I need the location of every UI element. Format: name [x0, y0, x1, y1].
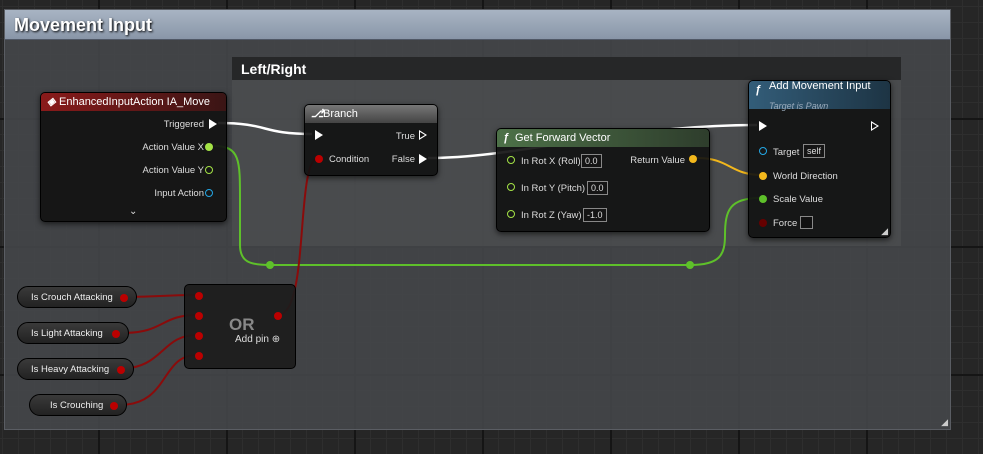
pin-label-condition: Condition: [329, 154, 370, 165]
exec-wire-triggered: [217, 121, 313, 136]
object-pin-input-action[interactable]: [205, 189, 213, 197]
bool-pin-out[interactable]: [112, 330, 120, 338]
node-add-movement-input[interactable]: ƒ Add Movement Input Target is Pawn Targe…: [748, 80, 891, 238]
variable-label: Is Crouch Attacking: [31, 292, 113, 303]
roll-input[interactable]: 0.0: [581, 154, 602, 168]
node-title: Add Movement Input: [769, 80, 871, 92]
bool-pin-out[interactable]: [120, 294, 128, 302]
bool-pin-a[interactable]: [195, 292, 203, 300]
pin-label-return: Return Value: [630, 155, 685, 166]
pin-label-input-action: Input Action: [154, 188, 204, 199]
exec-pin-in[interactable]: [315, 130, 323, 140]
variable-label: Is Light Attacking: [31, 328, 103, 339]
vector-pin-direction[interactable]: [759, 172, 767, 180]
pin-label-yaw: In Rot Z (Yaw): [521, 210, 582, 221]
node-or[interactable]: OR Add pin ⊕: [184, 284, 296, 369]
function-icon: ƒ: [755, 84, 762, 96]
plus-circle-icon: ⊕: [271, 334, 281, 345]
exec-pin-triggered[interactable]: [209, 119, 217, 129]
pin-label-action-y: Action Value Y: [142, 165, 204, 176]
node-title-bar[interactable]: ƒ Get Forward Vector: [497, 129, 709, 147]
object-pin-target[interactable]: [759, 147, 767, 155]
float-pin-scale[interactable]: [759, 195, 767, 203]
node-title: Branch: [323, 108, 358, 120]
function-icon: ƒ: [503, 132, 510, 144]
pin-label-target: Target: [773, 147, 800, 158]
pin-label-scale: Scale Value: [773, 194, 823, 205]
variable-is-heavy-attacking[interactable]: Is Heavy Attacking: [17, 358, 134, 380]
exec-pin-false[interactable]: [419, 154, 427, 164]
node-enhanced-input-action[interactable]: ◈ EnhancedInputAction IA_Move Triggered A…: [40, 92, 227, 222]
variable-is-crouch-attacking[interactable]: Is Crouch Attacking: [17, 286, 137, 308]
or-label: OR: [229, 315, 255, 334]
node-get-forward-vector[interactable]: ƒ Get Forward Vector In Rot X (Roll) 0.0 …: [496, 128, 710, 232]
reroute-knot: [686, 261, 694, 269]
bool-pin-out[interactable]: [110, 402, 118, 410]
bool-pin-condition[interactable]: [315, 155, 323, 163]
node-subtitle: Target is Pawn: [769, 101, 829, 111]
add-pin-button[interactable]: Add pin ⊕: [235, 334, 280, 345]
branch-icon: ⎇: [311, 108, 324, 120]
add-pin-label: Add pin: [235, 334, 269, 345]
bool-pin-c[interactable]: [195, 332, 203, 340]
float-pin-action-y[interactable]: [205, 166, 213, 174]
pin-label-pitch: In Rot Y (Pitch): [521, 183, 586, 194]
event-icon: ◈: [47, 96, 56, 108]
variable-label: Is Crouching: [50, 400, 104, 411]
pin-label-force: Force: [773, 218, 798, 229]
bool-pin-force[interactable]: [759, 219, 767, 227]
target-input[interactable]: self: [803, 144, 826, 158]
chevron-down-icon[interactable]: ⌄: [129, 206, 137, 217]
node-branch[interactable]: ⎇Branch True Condition False: [304, 104, 438, 176]
reroute-knot: [266, 261, 274, 269]
bool-pin-out[interactable]: [117, 366, 125, 374]
bool-pin-b[interactable]: [195, 312, 203, 320]
node-title-bar[interactable]: ƒ Add Movement Input Target is Pawn: [749, 80, 890, 111]
exec-pin-out[interactable]: [871, 121, 879, 131]
pin-label-action-x: Action Value X: [142, 142, 204, 153]
pin-label-true: True: [395, 131, 415, 142]
variable-is-crouching[interactable]: Is Crouching: [29, 394, 127, 416]
variable-is-light-attacking[interactable]: Is Light Attacking: [17, 322, 129, 344]
pitch-input[interactable]: 0.0: [587, 181, 608, 195]
variable-label: Is Heavy Attacking: [31, 364, 110, 375]
pin-label-false: False: [391, 154, 415, 165]
pin-label-roll: In Rot X (Roll): [521, 156, 581, 167]
force-checkbox[interactable]: [800, 216, 813, 229]
pin-label-direction: World Direction: [773, 171, 838, 182]
node-title: Get Forward Vector: [515, 132, 611, 144]
node-title-bar[interactable]: ◈ EnhancedInputAction IA_Move: [41, 93, 226, 111]
pin-label-triggered: Triggered: [163, 119, 204, 130]
bool-pin-out[interactable]: [274, 312, 282, 320]
float-pin-action-x[interactable]: [205, 143, 213, 151]
float-pin-roll[interactable]: [507, 156, 515, 164]
float-pin-yaw[interactable]: [507, 210, 515, 218]
yaw-input[interactable]: -1.0: [583, 208, 607, 222]
bool-pin-d[interactable]: [195, 352, 203, 360]
node-title: EnhancedInputAction IA_Move: [59, 96, 211, 108]
node-title-bar[interactable]: ⎇Branch: [305, 105, 437, 123]
vector-pin-return[interactable]: [689, 155, 697, 163]
exec-pin-true[interactable]: [419, 130, 427, 140]
resize-handle-icon[interactable]: ◢: [881, 226, 888, 237]
float-pin-pitch[interactable]: [507, 183, 515, 191]
exec-pin-in[interactable]: [759, 121, 767, 131]
